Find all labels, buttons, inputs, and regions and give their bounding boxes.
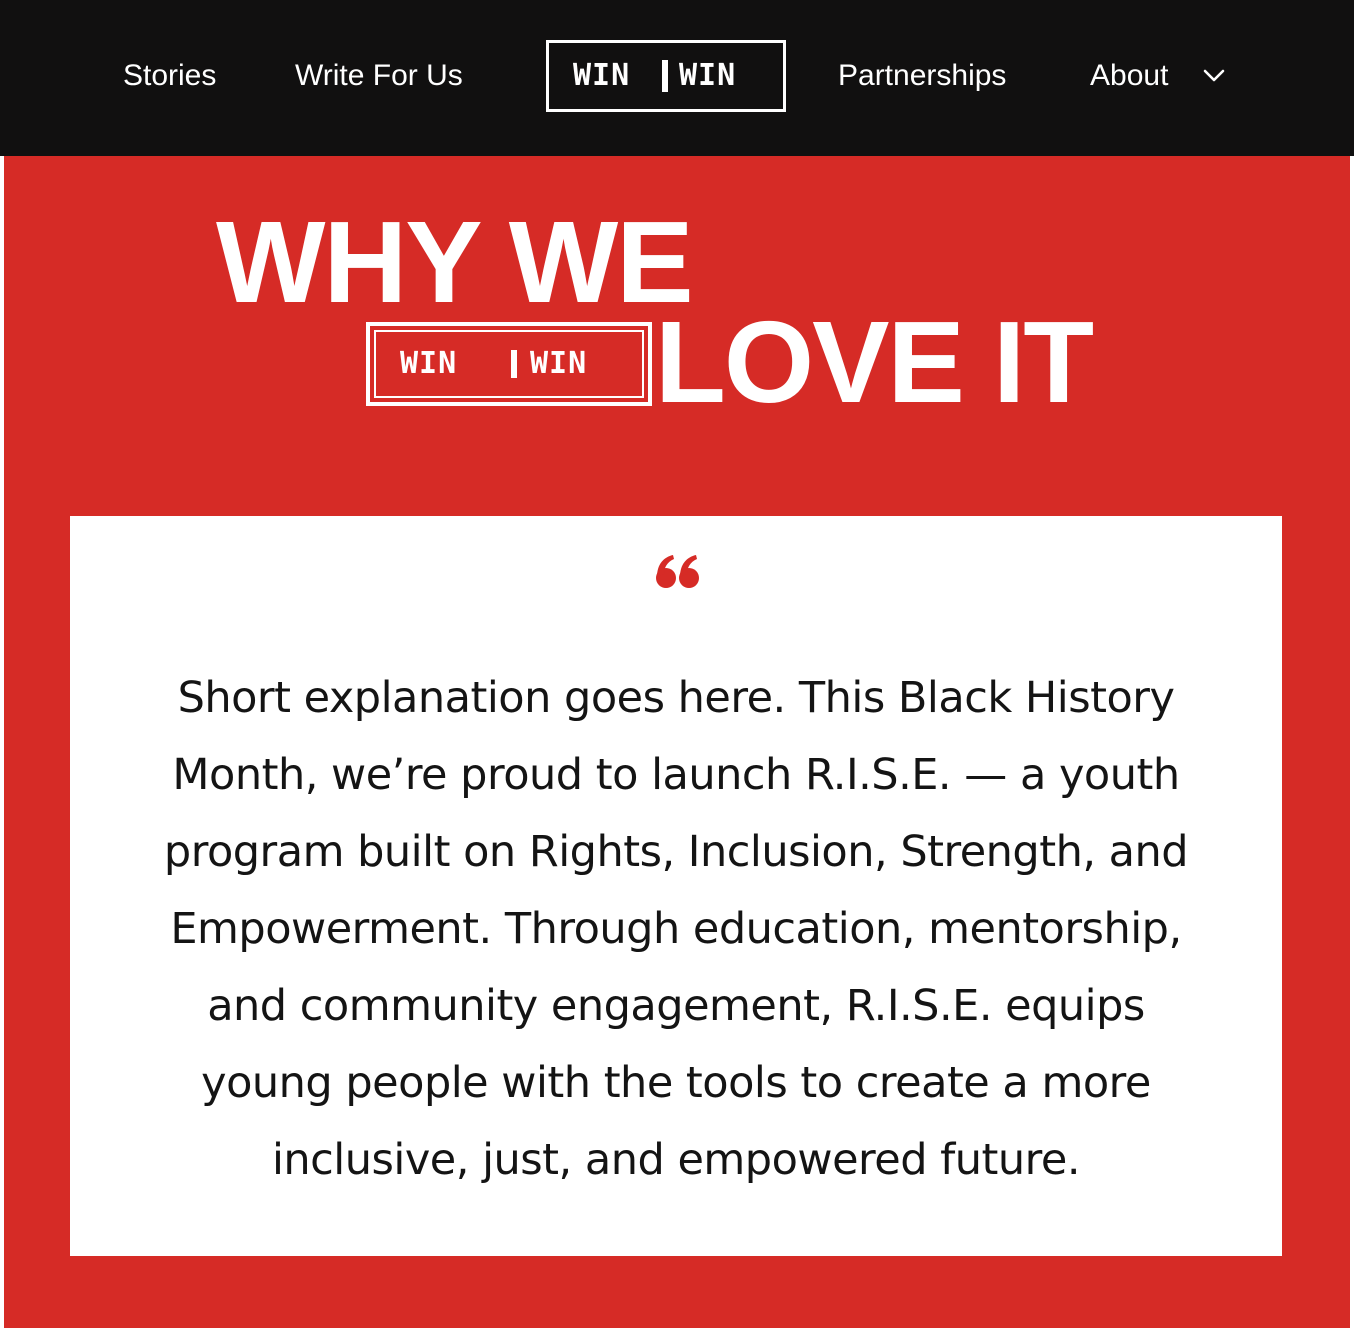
nav-link-stories[interactable]: Stories <box>123 54 216 98</box>
win-win-badge: WIN WIN <box>366 322 652 406</box>
headline-line-1: WHY WE <box>216 197 694 327</box>
nav-link-write-for-us[interactable]: Write For Us <box>295 54 463 98</box>
nav-link-about[interactable]: About <box>1090 54 1168 98</box>
logo-text-left: WIN <box>573 58 631 93</box>
quote-icon <box>654 554 702 590</box>
chevron-down-icon[interactable] <box>1203 64 1225 86</box>
badge-divider <box>511 350 517 378</box>
logo-divider <box>662 60 668 92</box>
badge-text-right: WIN <box>530 346 588 381</box>
quote-card: Short explanation goes here. This Black … <box>70 516 1282 1256</box>
nav-link-partnerships[interactable]: Partnerships <box>838 54 1006 98</box>
badge-text-left: WIN <box>400 346 458 381</box>
hero-section: WHY WE WIN WIN LOVE IT Short explanation… <box>4 156 1350 1328</box>
logo-text-right: WIN <box>679 58 737 93</box>
headline-line-2: LOVE IT <box>655 297 1094 427</box>
top-nav: Stories Write For Us WIN WIN Partnership… <box>0 0 1354 156</box>
quote-text: Short explanation goes here. This Black … <box>163 673 1189 1185</box>
site-logo[interactable]: WIN WIN <box>546 40 786 112</box>
